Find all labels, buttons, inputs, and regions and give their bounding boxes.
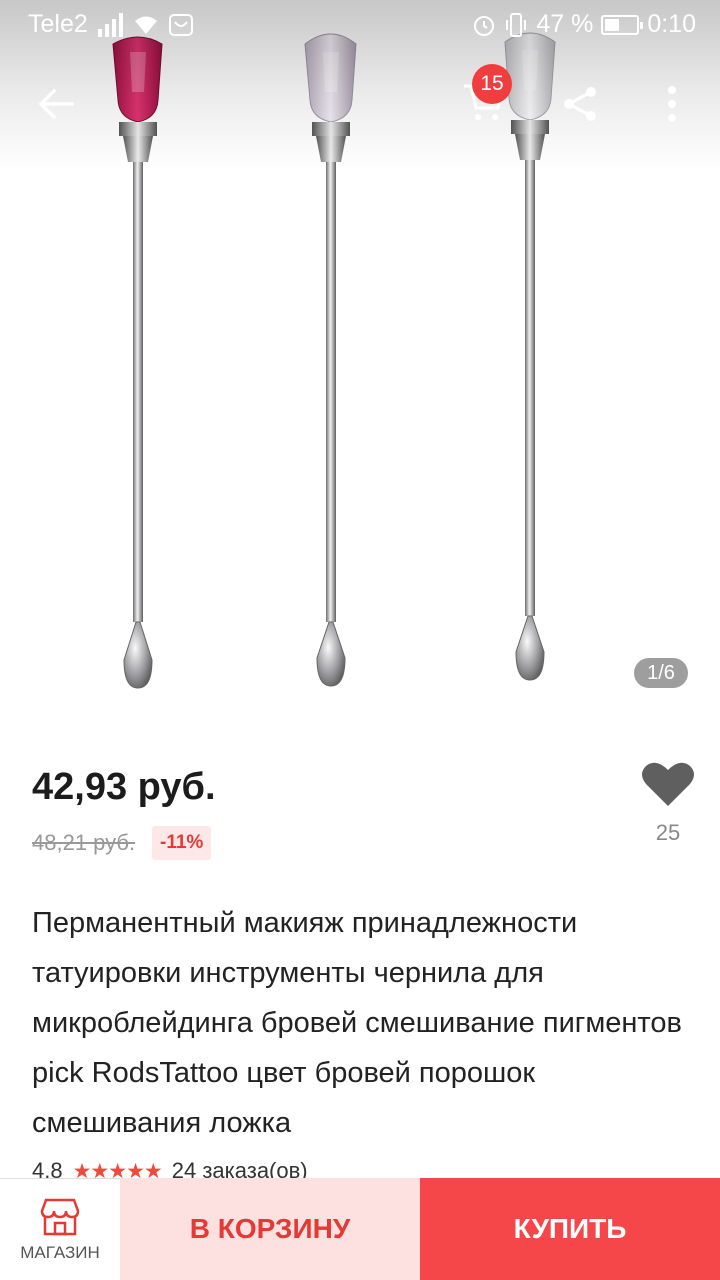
bottom-action-bar: МАГАЗИН В КОРЗИНУ КУПИТЬ <box>0 1178 720 1280</box>
clock: 0:10 <box>647 10 696 38</box>
old-price: 48,21 руб. <box>32 830 136 855</box>
product-title: Перманентный макияж принадлежности татуи… <box>32 907 682 1139</box>
share-icon <box>564 87 596 121</box>
current-price: 42,93 руб. <box>32 766 216 808</box>
vibrate-icon <box>506 12 527 37</box>
share-button[interactable] <box>552 76 608 132</box>
battery-level <box>605 18 620 31</box>
arrow-left-icon <box>38 88 74 120</box>
shop-label: МАГАЗИН <box>20 1242 100 1262</box>
shop-button[interactable]: МАГАЗИН <box>0 1178 120 1280</box>
favorites-count: 25 <box>655 820 681 845</box>
heart-icon <box>642 762 694 806</box>
more-menu-button[interactable] <box>648 76 696 132</box>
status-bar: Tele2 47 % 0:10 <box>0 0 720 50</box>
battery-icon <box>601 14 644 35</box>
gallery-page-indicator: 1/6 <box>634 658 688 688</box>
cart-count-badge: 15 <box>472 64 512 104</box>
carrier-label: Tele2 <box>28 10 88 38</box>
add-to-cart-button[interactable]: В КОРЗИНУ <box>120 1178 420 1280</box>
back-button[interactable] <box>24 76 88 132</box>
alarm-icon <box>474 15 495 36</box>
discount-badge: -11% <box>152 826 212 860</box>
more-vertical-icon <box>668 86 676 122</box>
store-icon <box>40 1198 80 1235</box>
signal-icon <box>97 12 123 37</box>
battery-percent: 47 % <box>536 10 594 38</box>
wifi-icon <box>134 16 157 34</box>
product-image-gallery[interactable]: Tele2 47 % 0:10 15 1/6 <box>0 0 720 720</box>
favorite-button[interactable] <box>640 760 696 810</box>
buy-now-button[interactable]: КУПИТЬ <box>420 1178 720 1280</box>
notification-icon <box>168 13 193 36</box>
